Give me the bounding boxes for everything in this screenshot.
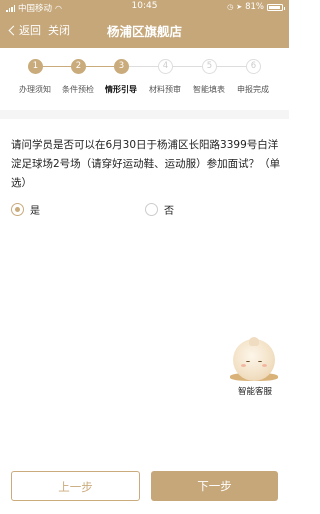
- header-bar: 中国移动 ◠ 10:45 ◷ ➤ 81% 返回 关闭 杨浦区旗舰店: [0, 0, 289, 48]
- step-connector: [129, 66, 158, 67]
- status-bar: 中国移动 ◠ 10:45 ◷ ➤ 81%: [0, 0, 289, 14]
- step-3-dot: 3: [114, 59, 129, 74]
- step-6-dot: 6: [246, 59, 261, 74]
- battery-icon: [267, 3, 285, 11]
- step-connector: [217, 66, 246, 67]
- section-divider: [0, 110, 289, 119]
- step-2-label: 条件预检: [62, 85, 94, 94]
- step-connector: [43, 66, 71, 67]
- progress-steps: 1 2 3 4 5 6 办理须知 条件预检 情形引导 材料预审 智能填表 申报完…: [0, 56, 289, 96]
- option-no[interactable]: 否: [145, 202, 174, 217]
- step-4-dot: 4: [158, 59, 173, 74]
- step-5-label: 智能填表: [193, 85, 225, 94]
- step-1-label: 办理须知: [19, 85, 51, 94]
- bun-mascot-icon: [233, 337, 275, 381]
- step-2-dot: 2: [71, 59, 86, 74]
- battery-percent: 81%: [245, 2, 264, 12]
- step-6-label: 申报完成: [237, 85, 269, 94]
- assistant-label: 智能客服: [237, 387, 272, 397]
- step-1-dot: 1: [28, 59, 43, 74]
- question-text: 请问学员是否可以在6月30日于杨浦区长阳路3399号白洋淀足球场2号场（请穿好运…: [11, 139, 281, 189]
- option-yes-label: 是: [30, 206, 40, 217]
- step-5-dot: 5: [202, 59, 217, 74]
- nav-row: 返回 关闭 杨浦区旗舰店: [0, 17, 289, 43]
- step-connector: [173, 66, 202, 67]
- radio-unchecked-icon[interactable]: [145, 203, 158, 216]
- location-icon: ➤: [236, 3, 243, 11]
- step-connector: [86, 66, 114, 67]
- next-step-button[interactable]: 下一步: [151, 471, 278, 501]
- step-3-label: 情形引导: [105, 85, 137, 94]
- page-title: 杨浦区旗舰店: [106, 24, 182, 39]
- option-yes[interactable]: 是: [11, 202, 40, 217]
- option-no-label: 否: [164, 206, 174, 217]
- alarm-icon: ◷: [227, 3, 234, 11]
- smart-assistant-button[interactable]: 智能客服: [226, 336, 284, 398]
- step-4-label: 材料预审: [149, 85, 181, 94]
- previous-step-button[interactable]: 上一步: [11, 471, 140, 501]
- radio-checked-icon[interactable]: [11, 203, 24, 216]
